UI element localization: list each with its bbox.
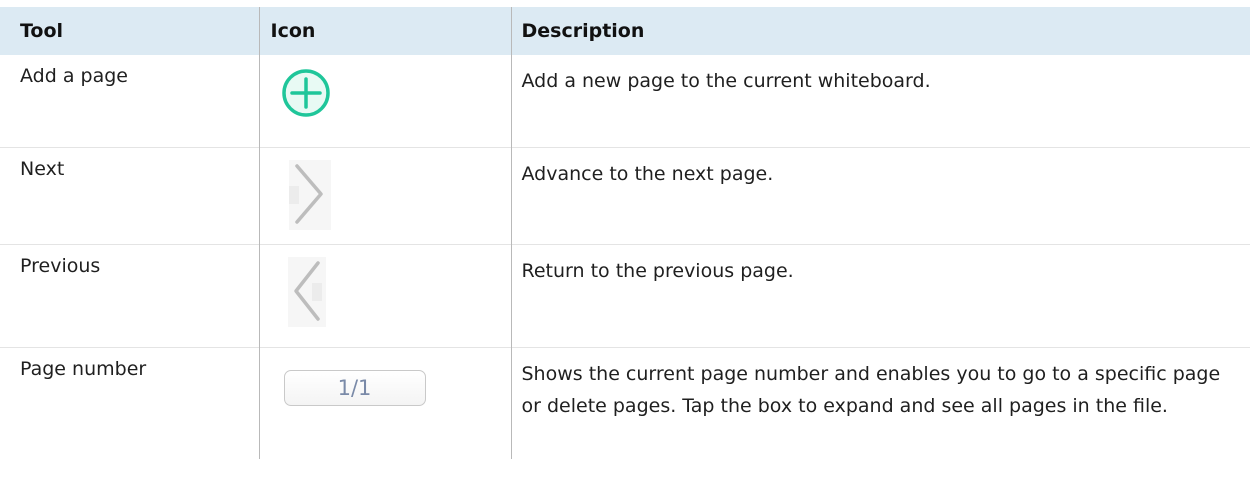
tool-name: Previous: [0, 244, 259, 348]
tool-description: Advance to the next page.: [510, 147, 1250, 245]
table-row: Next Advance to the next page.: [0, 147, 1250, 245]
table-row: Add a page Add a new page to the current…: [0, 55, 1250, 148]
chevron-right-icon: [288, 160, 331, 230]
header-icon: Icon: [258, 7, 511, 55]
header-description: Description: [510, 7, 1250, 55]
tool-name: Page number: [0, 347, 259, 459]
chevron-left-icon: [287, 257, 326, 327]
tool-name: Next: [0, 147, 259, 245]
tool-description: Add a new page to the current whiteboard…: [510, 55, 1250, 148]
table-row: Page number 1/1 Shows the current page n…: [0, 347, 1250, 459]
tool-description: Shows the current page number and enable…: [510, 347, 1250, 459]
header-tool: Tool: [0, 7, 259, 55]
tools-table: Tool Icon Description Add a page Add a n…: [0, 7, 1250, 459]
page-number-box: 1/1: [283, 370, 426, 406]
table-row: Previous Return to the previous page.: [0, 244, 1250, 348]
tool-name: Add a page: [20, 65, 128, 87]
plus-circle-icon: [281, 69, 330, 117]
tool-description: Return to the previous page.: [510, 244, 1250, 348]
table-header-row: Tool Icon Description: [0, 7, 1250, 55]
